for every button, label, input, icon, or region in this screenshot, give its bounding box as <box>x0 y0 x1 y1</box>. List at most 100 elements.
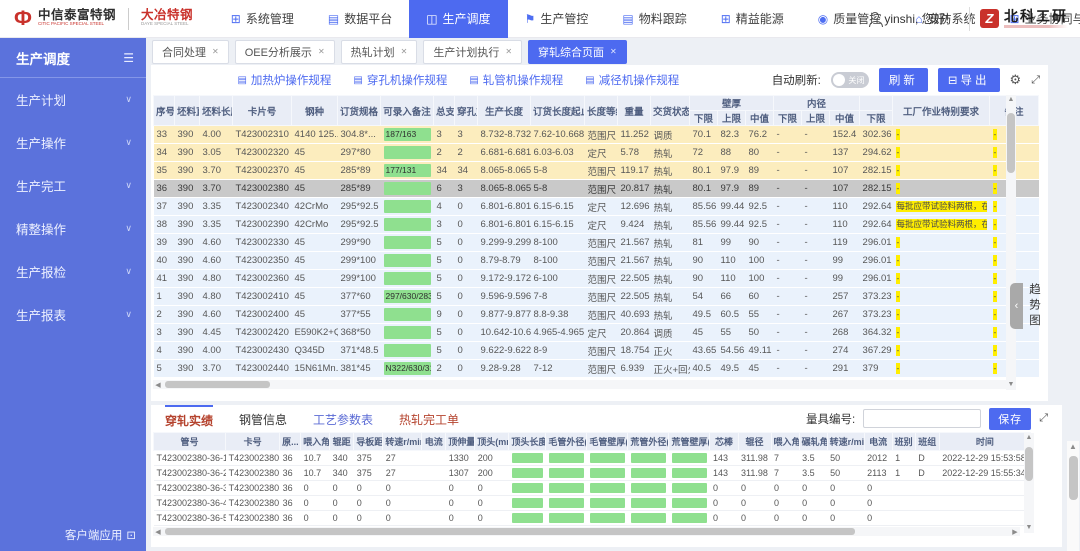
remark-input-cell[interactable] <box>384 236 431 249</box>
measure-input-cell[interactable] <box>672 453 707 463</box>
measure-input-cell[interactable] <box>590 453 625 463</box>
nav-item-document[interactable]: ▤物料跟踪 <box>605 0 703 38</box>
page-vscrollbar[interactable]: ▲ ▼ <box>1067 441 1079 551</box>
remark-input-cell[interactable]: 177/131 <box>384 164 431 177</box>
bottom-tab-3[interactable]: 工艺参数表 <box>313 406 373 432</box>
tab-3[interactable]: 热轧计划✕ <box>341 40 418 64</box>
table-row[interactable]: T423002380-36-3T42300238036000000000000 <box>154 481 1031 496</box>
procedure-link-3[interactable]: ▤轧管机操作规程 <box>469 72 563 88</box>
measure-input-cell[interactable] <box>631 453 666 463</box>
remark-input-cell[interactable] <box>384 254 431 267</box>
trend-expand-handle[interactable]: ‹ <box>1010 283 1023 329</box>
close-icon[interactable]: ✕ <box>401 47 408 56</box>
nav-item-factory[interactable]: ◫生产调度 <box>409 0 507 38</box>
user-info[interactable]: yinshi, 您好! <box>871 10 949 27</box>
remark-input-cell[interactable] <box>384 308 431 321</box>
close-icon[interactable]: ✕ <box>505 47 512 56</box>
table-row[interactable]: 33904.45T423002420E590K2+QT368*505010.64… <box>154 324 1039 342</box>
measure-input-cell[interactable] <box>631 483 666 493</box>
measure-input-cell[interactable] <box>549 483 584 493</box>
collapse-menu-icon[interactable]: ☰ <box>123 51 134 65</box>
client-app-link[interactable]: 客户端应用 ⊡ <box>65 527 136 543</box>
tab-2[interactable]: OEE分析展示✕ <box>235 40 335 64</box>
procedure-link-1[interactable]: ▤加热炉操作规程 <box>237 72 331 88</box>
sidebar-item-5[interactable]: 生产报检∨ <box>0 250 146 293</box>
measure-input-cell[interactable] <box>549 498 584 508</box>
main-table-hthumb[interactable] <box>165 381 270 388</box>
refresh-button[interactable]: 刷新 <box>879 68 928 92</box>
table-row[interactable]: 23904.60T42300240045377*55909.877-9.8778… <box>154 306 1039 324</box>
table-row[interactable]: 13904.80T42300241045377*60297/630/283509… <box>154 288 1039 306</box>
sidebar-item-6[interactable]: 生产报表∨ <box>0 293 146 336</box>
bottom-table-hthumb[interactable] <box>165 528 855 535</box>
measure-input-cell[interactable] <box>512 513 543 523</box>
scroll-right-icon[interactable]: ▶ <box>1010 528 1020 536</box>
close-icon[interactable]: ✕ <box>610 47 617 56</box>
table-row[interactable]: 353903.70T42300237045285*89177/13134348.… <box>154 162 1039 180</box>
scroll-left-icon[interactable]: ◀ <box>153 381 163 389</box>
table-row[interactable]: 413904.80T42300236045299*100509.172-9.17… <box>154 270 1039 288</box>
table-row[interactable]: T423002380-36-5T42300238036000000000000 <box>154 511 1031 526</box>
table-row[interactable]: T423002380-36-2T4230023803610.7340375271… <box>154 466 1031 481</box>
gauge-number-input[interactable] <box>863 409 981 428</box>
procedure-link-4[interactable]: ▤减径机操作规程 <box>585 72 679 88</box>
scroll-up-icon[interactable]: ▲ <box>1069 441 1077 453</box>
nav-item-energy[interactable]: ⊞精益能源 <box>704 0 801 38</box>
table-row[interactable]: 393904.60T42300233045299*90509.299-9.299… <box>154 234 1039 252</box>
measure-input-cell[interactable] <box>512 498 543 508</box>
tab-4[interactable]: 生产计划执行✕ <box>423 40 522 64</box>
measure-input-cell[interactable] <box>512 483 543 493</box>
table-row[interactable]: 333904.00T4230023104140 125...304.8*...1… <box>154 126 1039 144</box>
scroll-up-icon[interactable]: ▲ <box>1026 433 1033 443</box>
measure-input-cell[interactable] <box>631 498 666 508</box>
measure-input-cell[interactable] <box>512 453 543 463</box>
remark-input-cell[interactable] <box>384 344 431 357</box>
main-table-hscrollbar[interactable]: ◀ <box>153 380 1008 389</box>
gear-icon[interactable]: ⚙ <box>1010 72 1022 88</box>
remark-input-cell[interactable] <box>384 326 431 339</box>
remark-input-cell[interactable] <box>384 272 431 285</box>
measure-input-cell[interactable] <box>590 468 625 478</box>
table-row[interactable]: 343903.05T42300232045297*80226.681-6.681… <box>154 144 1039 162</box>
scroll-left-icon[interactable]: ◀ <box>153 528 163 536</box>
fullscreen-icon[interactable]: ⤢ <box>1031 74 1040 87</box>
sidebar-item-3[interactable]: 生产完工∨ <box>0 164 146 207</box>
measure-input-cell[interactable] <box>631 513 666 523</box>
measure-input-cell[interactable] <box>672 483 707 493</box>
close-icon[interactable]: ✕ <box>212 47 219 56</box>
main-table-vthumb[interactable] <box>1007 113 1015 173</box>
table-row[interactable]: 363903.70T42300238045285*89638.065-8.065… <box>154 180 1039 198</box>
measure-input-cell[interactable] <box>672 498 707 508</box>
bottom-tab-1[interactable]: 穿轧实绩 <box>165 405 213 433</box>
bottom-fullscreen-icon[interactable]: ⤢ <box>1039 412 1048 425</box>
measure-input-cell[interactable] <box>549 468 584 478</box>
measure-input-cell[interactable] <box>549 513 584 523</box>
nav-item-monitor[interactable]: ⚑生产管控 <box>508 0 606 38</box>
remark-input-cell[interactable]: 297/630/283 <box>384 290 431 303</box>
table-row[interactable]: 43904.00T423002430Q345D371*48.5509.622-9… <box>154 342 1039 360</box>
bottom-tab-4[interactable]: 热轧完工单 <box>399 406 459 432</box>
remark-input-cell[interactable]: N322/630/311 <box>384 362 431 375</box>
table-row[interactable]: 403904.60T42300235045299*100508.79-8.798… <box>154 252 1039 270</box>
export-button[interactable]: ⊟导出 <box>938 68 1000 92</box>
measure-input-cell[interactable] <box>631 468 666 478</box>
table-row[interactable]: 373903.35T42300234042CrMo295*92.5406.801… <box>154 198 1039 216</box>
procedure-link-2[interactable]: ▤穿孔机操作规程 <box>353 72 447 88</box>
remark-input-cell[interactable] <box>384 200 431 213</box>
bottom-table-hscrollbar[interactable]: ◀ ▶ <box>153 527 1020 536</box>
close-icon[interactable]: ✕ <box>318 47 325 56</box>
sidebar-item-1[interactable]: 生产计划∨ <box>0 78 146 121</box>
page-vthumb[interactable] <box>1069 456 1078 500</box>
scroll-down-icon[interactable]: ▼ <box>1008 380 1015 390</box>
auto-refresh-toggle[interactable]: 关闭 <box>831 72 869 88</box>
table-row[interactable]: T423002380-36-1T4230023803610.7340375271… <box>154 451 1031 466</box>
table-row[interactable]: 53903.70T42300244015N61Mn...381*45N322/6… <box>154 360 1039 378</box>
measure-input-cell[interactable] <box>590 513 625 523</box>
bottom-tab-2[interactable]: 钢管信息 <box>239 406 287 432</box>
bottom-table-vthumb[interactable] <box>1025 447 1033 481</box>
scroll-down-icon[interactable]: ▼ <box>1026 523 1033 533</box>
measure-input-cell[interactable] <box>590 483 625 493</box>
table-row[interactable]: T423002380-36-4T42300238036000000000000 <box>154 496 1031 511</box>
remark-input-cell[interactable] <box>384 146 431 159</box>
main-table-vscrollbar[interactable]: ▲ ▼ <box>1006 95 1016 390</box>
